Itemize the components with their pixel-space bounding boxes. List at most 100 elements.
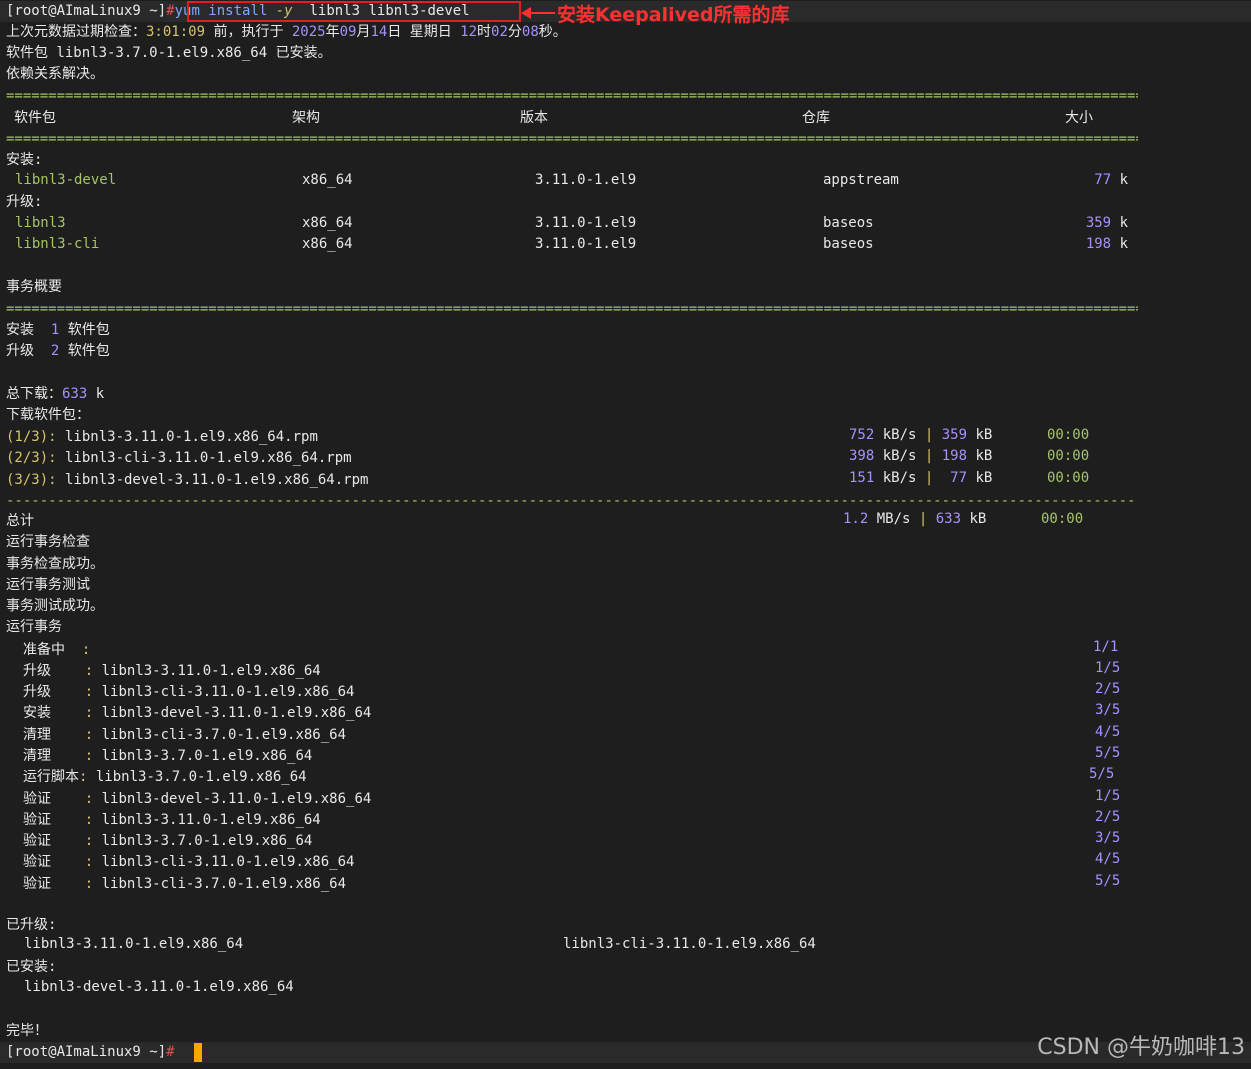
meta-hour: 12 [460, 24, 478, 40]
download-stats: 398 kB/s | 198 kB [849, 448, 992, 464]
tx-line: 运行事务检查 [6, 534, 90, 550]
step-pkg: libnl3-cli-3.11.0-1.el9.x86_64 [93, 684, 355, 700]
annotation-text: 安装Keepalived所需的库 [557, 4, 790, 26]
step-row: 验证 : libnl3-cli-3.11.0-1.el9.x86_64 [23, 851, 354, 871]
row-version: 3.11.0-1.el9 [535, 236, 637, 252]
download-speed: 151 [849, 470, 875, 486]
summary-unit: 软件包 [67, 343, 110, 359]
step-label: 安装 [23, 705, 51, 721]
download-speed: 752 [849, 427, 875, 443]
meta-ago: 3:01:09 [146, 24, 206, 40]
step-pkg: libnl3-cli-3.11.0-1.el9.x86_64 [93, 854, 355, 870]
total-download-label: 总下载： [6, 386, 62, 402]
command-highlight-box [187, 1, 521, 22]
step-progress: 3/5 [1095, 702, 1121, 718]
step-label: 验证 [23, 876, 51, 892]
step-label: 验证 [23, 854, 51, 870]
row-size-unit: k [1119, 215, 1128, 231]
pipe: | [918, 511, 928, 527]
step-sep: : [51, 684, 94, 700]
row-repo: appstream [823, 172, 899, 188]
size-unit: kB [967, 470, 993, 486]
step-sep: : [51, 854, 94, 870]
final-prompt[interactable]: [root@AImaLinux9 ~]# [6, 1042, 175, 1063]
step-row: 运行脚本: libnl3-3.7.0-1.el9.x86_64 [23, 766, 307, 786]
download-size: 77 [941, 470, 968, 486]
terminal-cursor[interactable] [194, 1043, 202, 1062]
summary-upgrade: 升级 2 软件包 [6, 341, 110, 362]
step-progress: 5/5 [1095, 745, 1121, 761]
tx-line: 事务测试成功。 [6, 598, 104, 614]
summary-count: 2 [50, 343, 60, 359]
step-row: 升级 : libnl3-3.11.0-1.el9.x86_64 [23, 660, 321, 680]
row-repo: baseos [823, 215, 874, 231]
done-line: 完毕！ [6, 1023, 48, 1039]
step-label: 验证 [23, 833, 51, 849]
download-row: (3/3): libnl3-devel-3.11.0-1.el9.x86_64.… [6, 470, 368, 491]
meta-year: 2025 [291, 24, 326, 40]
upgraded-item: libnl3-cli-3.11.0-1.el9.x86_64 [563, 936, 816, 952]
download-time: 00:00 [1047, 470, 1090, 486]
row-size: 359 k [1086, 215, 1128, 231]
separator: ========================================… [6, 131, 1138, 147]
meta-day: 14 [370, 24, 388, 40]
step-row: 验证 : libnl3-3.7.0-1.el9.x86_64 [23, 830, 312, 850]
prompt-user-host: [root@AImaLinux9 ~] [6, 3, 167, 19]
speed-unit: kB/s [874, 448, 925, 464]
upgraded-item: libnl3-3.11.0-1.el9.x86_64 [24, 936, 244, 952]
separator: ========================================… [6, 88, 1138, 104]
dash-separator: ----------------------------------------… [6, 493, 1138, 509]
step-row: 验证 : libnl3-cli-3.7.0-1.el9.x86_64 [23, 873, 346, 893]
step-label: 准备中 [23, 642, 65, 658]
already-installed-line: 软件包 libnl3-3.7.0-1.el9.x86_64 已安装。 [6, 45, 332, 61]
upgrade-label: 升级: [6, 194, 43, 210]
total-speed: 1.2 [843, 511, 869, 527]
download-index: (2/3): [6, 450, 57, 466]
download-file: libnl3-cli-3.11.0-1.el9.x86_64.rpm [56, 450, 352, 466]
step-progress: 1/1 [1093, 639, 1119, 655]
total-label: 总计 [6, 513, 34, 529]
step-sep: : [51, 727, 94, 743]
step-row: 清理 : libnl3-3.7.0-1.el9.x86_64 [23, 745, 312, 765]
step-pkg: libnl3-3.7.0-1.el9.x86_64 [93, 833, 313, 849]
step-progress: 3/5 [1095, 830, 1121, 846]
step-sep: : [65, 642, 91, 658]
row-size: 198 k [1086, 236, 1128, 252]
prompt-hash: # [166, 1044, 175, 1060]
total-download-unit: k [87, 386, 105, 402]
total-time: 00:00 [1041, 511, 1084, 527]
download-row: (1/3): libnl3-3.11.0-1.el9.x86_64.rpm [6, 427, 318, 448]
row-name: libnl3-devel [15, 172, 117, 188]
row-size-value: 198 [1085, 236, 1112, 252]
upgraded-label: 已升级: [6, 917, 57, 933]
step-progress: 4/5 [1095, 724, 1121, 740]
prompt-hash: # [166, 3, 175, 19]
download-index: (3/3): [6, 472, 57, 488]
step-row: 清理 : libnl3-cli-3.7.0-1.el9.x86_64 [23, 724, 346, 744]
meta-miao: 秒。 [538, 24, 567, 40]
step-pkg: libnl3-cli-3.7.0-1.el9.x86_64 [93, 876, 347, 892]
pipe: | [924, 470, 934, 486]
step-pkg: libnl3-devel-3.11.0-1.el9.x86_64 [93, 705, 372, 721]
tx-line: 运行事务 [6, 619, 62, 635]
tx-line: 运行事务测试 [6, 577, 90, 593]
step-progress: 5/5 [1095, 873, 1121, 889]
step-label: 升级 [23, 684, 51, 700]
row-version: 3.11.0-1.el9 [535, 215, 637, 231]
prompt-user-host: [root@AImaLinux9 ~] [6, 1044, 167, 1060]
download-stats: 151 kB/s | 77 kB [849, 470, 992, 486]
meta-month: 09 [339, 24, 357, 40]
metadata-check-line: 上次元数据过期检查：3:01:09 前，执行于 2025年09月14日 星期日 … [6, 22, 567, 43]
installed-item: libnl3-devel-3.11.0-1.el9.x86_64 [24, 979, 294, 995]
step-pkg: libnl3-3.7.0-1.el9.x86_64 [87, 769, 307, 785]
row-arch: x86_64 [302, 172, 353, 188]
step-sep: : [51, 748, 94, 764]
row-size-value: 359 [1085, 215, 1112, 231]
total-download-line: 总下载：633 k [6, 384, 104, 405]
step-label: 验证 [23, 791, 51, 807]
download-size: 359 [941, 427, 968, 443]
download-time: 00:00 [1047, 448, 1090, 464]
download-time: 00:00 [1047, 427, 1090, 443]
row-version: 3.11.0-1.el9 [535, 172, 637, 188]
download-row: (2/3): libnl3-cli-3.11.0-1.el9.x86_64.rp… [6, 448, 352, 469]
